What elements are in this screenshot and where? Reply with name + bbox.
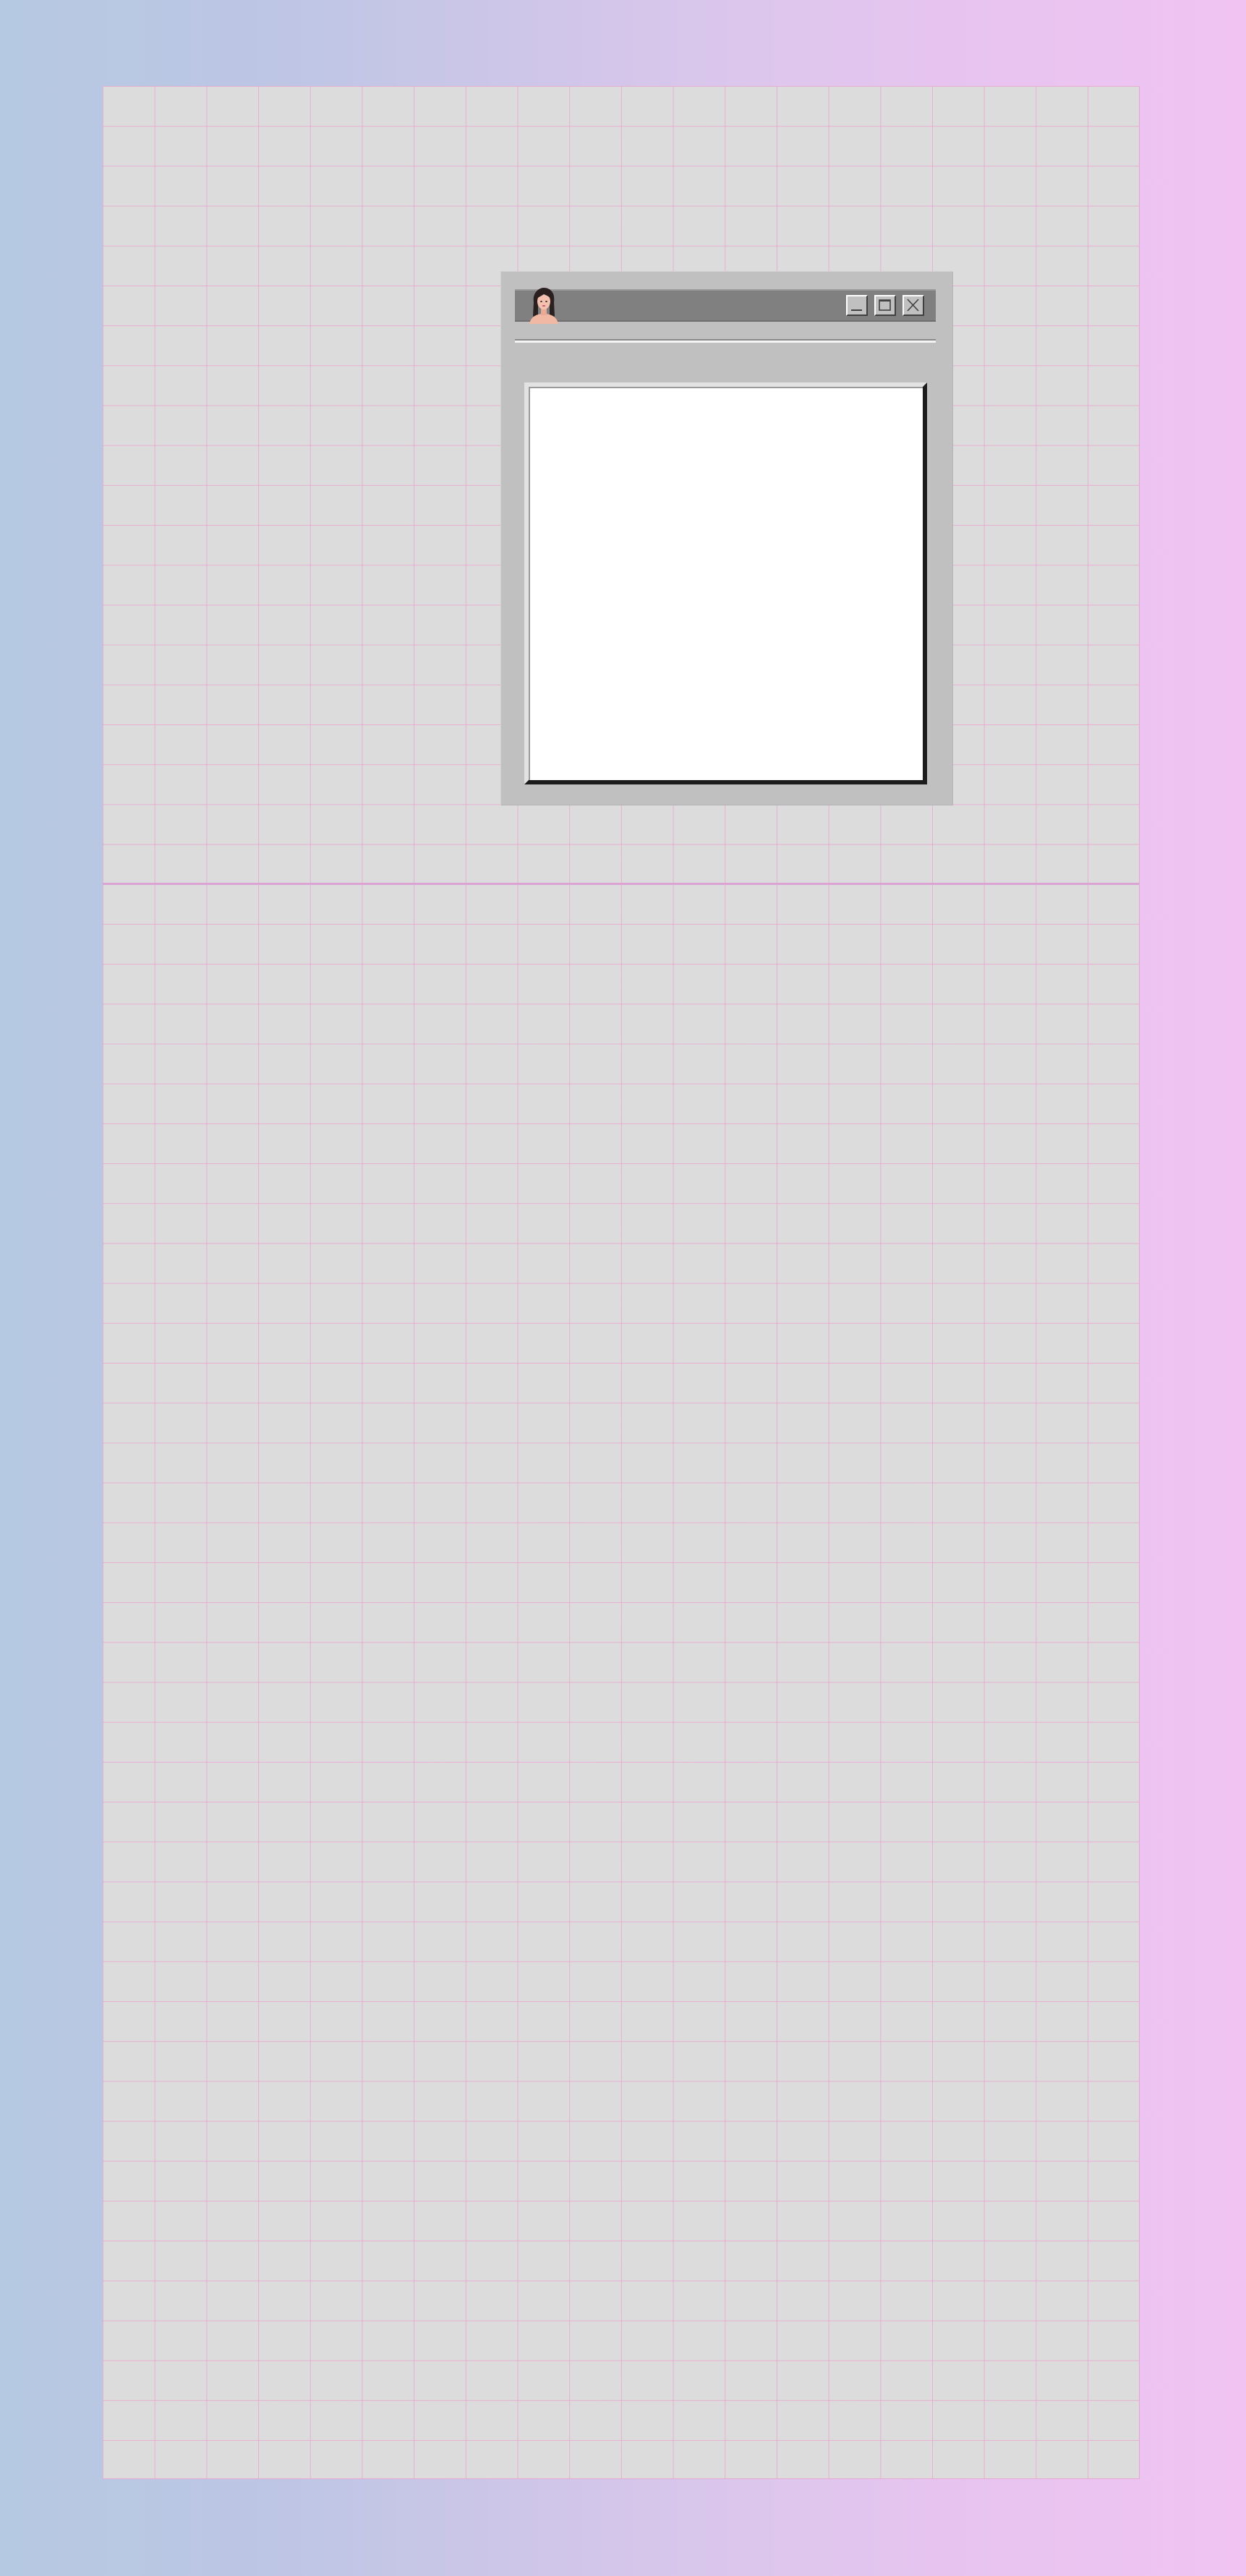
maximize-icon: [879, 299, 891, 311]
retro-window[interactable]: [500, 271, 953, 805]
grid-paper-sheet: [103, 86, 1140, 2479]
close-button[interactable]: [903, 295, 924, 316]
close-icon: [907, 299, 919, 312]
window-titlebar[interactable]: [515, 286, 936, 324]
menu-separator: [515, 339, 936, 343]
avatar-portrait-icon: [528, 286, 560, 324]
maximize-button[interactable]: [874, 295, 896, 316]
sheet-divider: [103, 883, 1139, 885]
window-content-area[interactable]: [524, 382, 927, 784]
minimize-button[interactable]: [846, 295, 868, 316]
minimize-icon: [851, 309, 862, 311]
